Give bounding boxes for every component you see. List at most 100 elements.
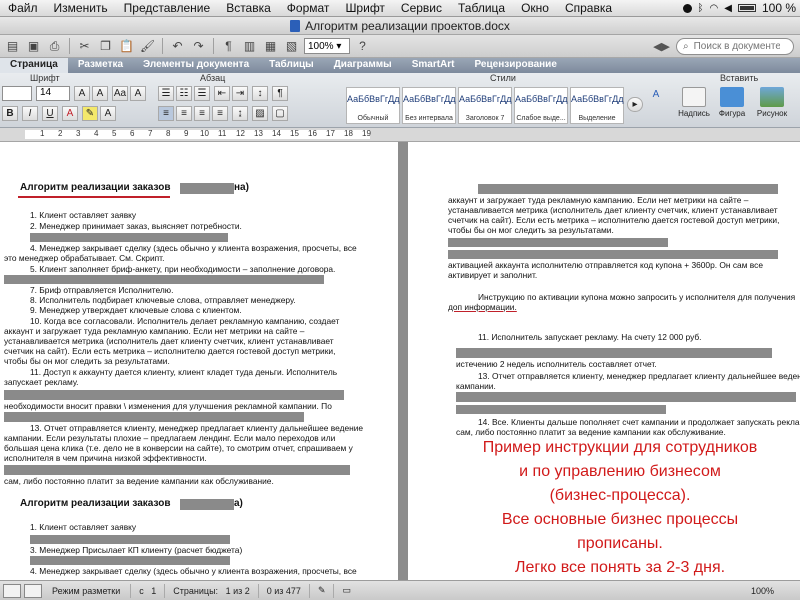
text-effects-button[interactable]: A — [100, 106, 116, 121]
menu-edit[interactable]: Изменить — [46, 1, 116, 15]
paste-icon[interactable]: 📋 — [118, 38, 135, 54]
multilevel-list-button[interactable]: ☰ — [194, 86, 210, 101]
copy-icon[interactable]: ❐ — [97, 38, 114, 54]
document-area[interactable]: Алгоритм реализации заказов на) 1. Клиен… — [0, 142, 800, 580]
menu-help[interactable]: Справка — [557, 1, 620, 15]
sort-button[interactable]: ↕ — [252, 86, 268, 101]
help-icon[interactable]: ? — [354, 38, 371, 54]
horizontal-ruler[interactable]: 1 2 3 4 5 6 7 8 9 10 11 12 13 14 15 16 1… — [0, 128, 800, 142]
shape-button[interactable]: Фигура — [714, 87, 750, 125]
section-indicator: с 1 — [130, 583, 164, 598]
menu-table[interactable]: Таблица — [450, 1, 513, 15]
wifi-icon[interactable]: ◠ — [710, 3, 719, 14]
cut-icon[interactable]: ✂ — [76, 38, 93, 54]
menu-format[interactable]: Формат — [279, 1, 338, 15]
line-spacing-button[interactable]: ↨ — [232, 106, 248, 121]
format-painter-icon[interactable]: 🖌 — [139, 38, 156, 54]
italic-button[interactable]: I — [22, 106, 38, 121]
document-page-2[interactable]: аккаунт и загружает туда рекламную кампа… — [408, 142, 800, 580]
spellcheck-icon[interactable]: ✎ — [308, 583, 334, 598]
change-case-button[interactable]: Aa — [112, 86, 128, 101]
borders-button[interactable]: ▢ — [272, 106, 288, 121]
save-icon[interactable]: ▣ — [25, 38, 42, 54]
align-left-button[interactable]: ≡ — [158, 106, 174, 121]
increase-indent-button[interactable]: ⇥ — [232, 86, 248, 101]
menubar: Файл Изменить Представление Вставка Форм… — [0, 0, 800, 17]
sidebar-icon[interactable]: ▥ — [241, 38, 258, 54]
shading-button[interactable]: ▨ — [252, 106, 268, 121]
menu-font[interactable]: Шрифт — [337, 1, 392, 15]
menu-tools[interactable]: Сервис — [393, 1, 450, 15]
align-center-button[interactable]: ≡ — [176, 106, 192, 121]
bluetooth-icon[interactable]: ᛒ — [698, 3, 704, 14]
tab-home[interactable]: Страница — [0, 58, 68, 73]
style-normal[interactable]: АаБбВвГгДд Обычный — [346, 87, 400, 124]
nav-arrows-icon[interactable]: ◀▶ — [653, 40, 670, 53]
shrink-font-button[interactable]: A — [92, 86, 108, 101]
text-line: 3. Менеджер Присылает КП клиенту (расчет… — [30, 545, 243, 555]
redaction-bar — [180, 183, 234, 194]
tab-review[interactable]: Рецензирование — [465, 58, 567, 73]
highlight-button[interactable]: ✎ — [82, 106, 98, 121]
pilcrow-icon[interactable]: ¶ — [220, 38, 237, 54]
menu-window[interactable]: Окно — [513, 1, 557, 15]
track-changes-icon[interactable]: ▭ — [333, 583, 359, 598]
search-box[interactable]: ⌕ — [676, 38, 794, 55]
picture-button[interactable]: Рисунок — [754, 87, 790, 125]
decrease-indent-button[interactable]: ⇤ — [214, 86, 230, 101]
status-dot-icon[interactable] — [682, 3, 692, 13]
redaction-bar — [4, 275, 324, 284]
numbering-button[interactable]: ☷ — [176, 86, 192, 101]
undo-icon[interactable]: ↶ — [169, 38, 186, 54]
styles-pane-icon[interactable]: A — [648, 87, 664, 102]
redaction-bar — [30, 535, 230, 544]
textbox-button[interactable]: Надпись — [676, 87, 712, 125]
clear-format-button[interactable]: A — [130, 86, 146, 101]
layout-view-icon[interactable] — [3, 583, 21, 598]
volume-icon[interactable]: ◀ — [724, 3, 732, 14]
print-icon[interactable]: ⎙ — [46, 38, 63, 54]
toolbox-icon[interactable]: ▧ — [283, 38, 300, 54]
new-doc-icon[interactable]: ▤ — [4, 38, 21, 54]
underline-button[interactable]: U — [42, 106, 58, 121]
tab-document-elements[interactable]: Элементы документа — [133, 58, 259, 73]
bullets-button[interactable]: ☰ — [158, 86, 174, 101]
tab-charts[interactable]: Диаграммы — [324, 58, 402, 73]
tab-layout[interactable]: Разметка — [68, 58, 133, 73]
style-name: Обычный — [357, 115, 389, 122]
gallery-icon[interactable]: ▦ — [262, 38, 279, 54]
search-input[interactable] — [691, 40, 782, 53]
menu-file[interactable]: Файл — [0, 1, 46, 15]
text-line: 1. Клиент оставляет заявку — [30, 210, 137, 220]
redo-icon[interactable]: ↷ — [190, 38, 207, 54]
bold-button[interactable]: B — [2, 106, 18, 121]
battery-icon[interactable] — [737, 4, 756, 12]
menu-insert[interactable]: Вставка — [218, 1, 279, 15]
style-subtle-emphasis[interactable]: АаБбВвГгДд Слабое выде... — [514, 87, 568, 124]
zoom-select[interactable]: 100% ▾ — [304, 38, 350, 54]
standard-toolbar: ▤ ▣ ⎙ ✂ ❐ 📋 🖌 ↶ ↷ ¶ ▥ ▦ ▧ 100% ▾ ? ◀▶ ⌕ — [0, 35, 800, 58]
outline-view-icon[interactable] — [24, 583, 42, 598]
style-emphasis[interactable]: АаБбВвГгДд Выделение — [570, 87, 624, 124]
word-count[interactable]: 0 из 477 — [257, 583, 309, 598]
style-no-spacing[interactable]: АаБбВвГгДд Без интервала — [402, 87, 456, 124]
styles-more-icon[interactable]: ▸ — [627, 97, 643, 112]
grow-font-button[interactable]: A — [74, 86, 90, 101]
textbox-icon — [682, 87, 706, 107]
align-right-button[interactable]: ≡ — [194, 106, 210, 121]
justify-button[interactable]: ≡ — [212, 106, 228, 121]
font-color-button[interactable]: A — [62, 106, 78, 121]
redaction-bar — [4, 465, 350, 475]
style-heading-7[interactable]: АаБбВвГгДд Заголовок 7 — [458, 87, 512, 124]
font-name-select[interactable] — [2, 86, 32, 101]
ruler-number: 13 — [254, 129, 263, 138]
font-size-select[interactable]: 14 — [36, 86, 70, 101]
menu-view[interactable]: Представление — [116, 1, 219, 15]
tab-smartart[interactable]: SmartArt — [402, 58, 465, 73]
status-zoom[interactable]: 100% — [751, 586, 800, 596]
document-page-1[interactable]: Алгоритм реализации заказов на) 1. Клиен… — [0, 142, 398, 580]
styles-group-label: Стили — [490, 73, 516, 83]
show-marks-button[interactable]: ¶ — [272, 86, 288, 101]
ruler-number: 12 — [236, 129, 245, 138]
tab-tables[interactable]: Таблицы — [259, 58, 324, 73]
